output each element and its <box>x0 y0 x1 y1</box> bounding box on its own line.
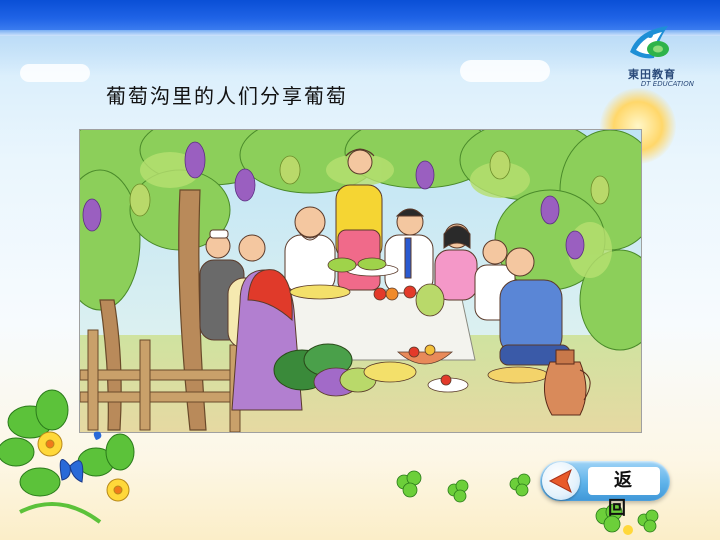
back-arrow-icon-svg <box>548 468 572 494</box>
logo-icon <box>630 26 669 59</box>
logo: 東田教育 DT EDUCATION <box>610 22 694 92</box>
logo-text-en: DT EDUCATION <box>640 80 694 88</box>
picnic-illustration-icon <box>80 130 641 432</box>
return-button[interactable]: 返 回 <box>540 461 670 519</box>
picnic-illustration <box>79 129 642 433</box>
return-button-label: 返 回 <box>588 467 660 519</box>
flower-decoration <box>0 389 135 524</box>
cloud-decoration <box>460 60 550 82</box>
page-title: 葡萄沟里的人们分享葡萄 <box>106 84 348 108</box>
back-arrow-icon <box>542 462 580 500</box>
clover-decoration <box>396 470 531 503</box>
cloud-decoration <box>20 64 90 82</box>
